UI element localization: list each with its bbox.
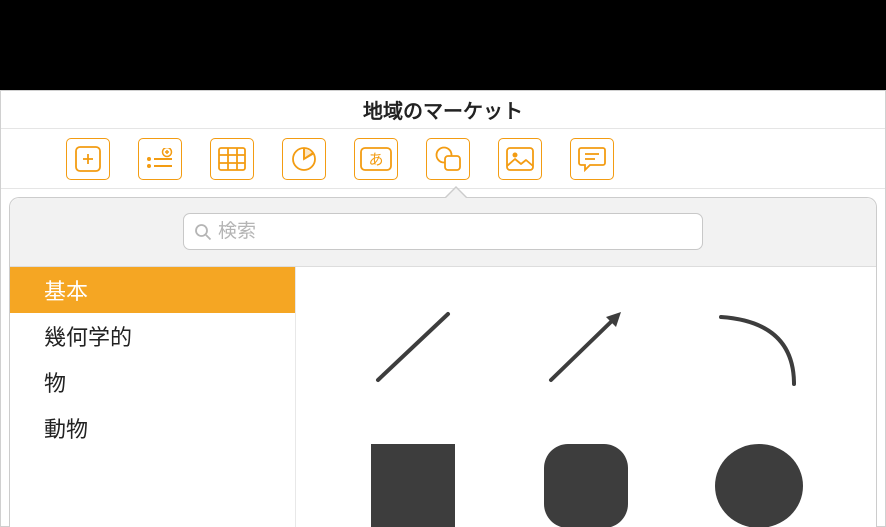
popover-body: 基本 幾何学的 物 動物 bbox=[10, 267, 876, 527]
sidebar-item-geometric[interactable]: 幾何学的 bbox=[10, 313, 295, 359]
sidebar-item-animals[interactable]: 動物 bbox=[10, 405, 295, 451]
svg-text:あ: あ bbox=[368, 151, 383, 168]
search-input[interactable] bbox=[218, 221, 692, 243]
category-sidebar: 基本 幾何学的 物 動物 bbox=[10, 267, 296, 527]
chart-button[interactable] bbox=[282, 138, 326, 180]
text-button[interactable]: あ bbox=[354, 138, 398, 180]
text-box-icon: あ bbox=[360, 147, 392, 171]
callout-indicator-line bbox=[790, 0, 792, 82]
sidebar-item-label: 動物 bbox=[44, 412, 88, 444]
square-icon bbox=[363, 442, 463, 527]
shapes-row-2 bbox=[326, 432, 846, 527]
search-field[interactable] bbox=[183, 213, 703, 250]
curve-icon bbox=[709, 302, 809, 392]
table-icon bbox=[218, 147, 246, 171]
rounded-square-icon bbox=[536, 442, 636, 527]
search-area bbox=[10, 198, 876, 267]
sidebar-item-label: 幾何学的 bbox=[44, 320, 132, 352]
plus-square-icon bbox=[75, 146, 101, 172]
arrow-icon bbox=[536, 302, 636, 392]
popover-arrow bbox=[444, 186, 468, 198]
shapes-popover: 基本 幾何学的 物 動物 bbox=[9, 197, 877, 527]
sidebar-item-objects[interactable]: 物 bbox=[10, 359, 295, 405]
sidebar-item-label: 物 bbox=[44, 366, 66, 398]
sidebar-item-basic[interactable]: 基本 bbox=[10, 267, 295, 313]
toolbar: あ bbox=[1, 129, 885, 189]
shape-arrow[interactable] bbox=[521, 292, 651, 402]
comment-icon bbox=[578, 146, 606, 172]
shape-rounded-square[interactable] bbox=[521, 432, 651, 527]
add-page-button[interactable] bbox=[66, 138, 110, 180]
line-icon bbox=[363, 302, 463, 392]
image-icon bbox=[506, 147, 534, 171]
pie-chart-icon bbox=[291, 146, 317, 172]
media-button[interactable] bbox=[498, 138, 542, 180]
list-plus-icon bbox=[146, 148, 174, 170]
circle-icon bbox=[709, 442, 809, 527]
shape-icon bbox=[434, 146, 462, 172]
shape-curve[interactable] bbox=[694, 292, 824, 402]
shape-circle[interactable] bbox=[694, 432, 824, 527]
list-button[interactable] bbox=[138, 138, 182, 180]
shape-square[interactable] bbox=[348, 432, 478, 527]
table-button[interactable] bbox=[210, 138, 254, 180]
sidebar-item-label: 基本 bbox=[44, 274, 88, 306]
shape-line[interactable] bbox=[348, 292, 478, 402]
shape-button[interactable] bbox=[426, 138, 470, 180]
shapes-row-1 bbox=[326, 292, 846, 402]
search-icon bbox=[194, 223, 212, 241]
comment-button[interactable] bbox=[570, 138, 614, 180]
shapes-panel bbox=[296, 267, 876, 527]
titlebar: 地域のマーケット bbox=[1, 91, 885, 129]
document-title: 地域のマーケット bbox=[363, 95, 523, 124]
